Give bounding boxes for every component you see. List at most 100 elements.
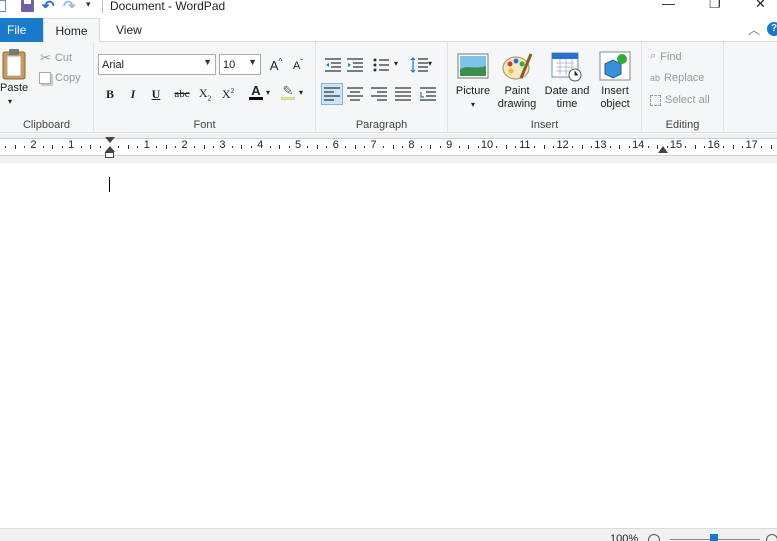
ruler-tick xyxy=(657,145,659,149)
font-family-select[interactable]: Arial ▼ xyxy=(98,54,216,75)
ruler-tick xyxy=(732,145,734,149)
align-left-button[interactable] xyxy=(321,83,343,105)
first-line-indent-marker[interactable] xyxy=(105,137,115,143)
ruler-tick xyxy=(165,145,167,149)
bold-button[interactable]: B xyxy=(100,84,120,104)
zoom-in-button[interactable] xyxy=(766,534,777,541)
line-spacing-button[interactable] xyxy=(408,54,430,76)
select-all-button[interactable]: Select all xyxy=(650,94,710,106)
paint-drawing-button[interactable]: Paint drawing xyxy=(495,50,539,111)
ruler-tick xyxy=(685,146,687,148)
window-title: Document - WordPad xyxy=(110,0,226,13)
insert-group: Picture ▾ Paint drawing Date and time In… xyxy=(448,42,642,133)
italic-button[interactable]: I xyxy=(123,84,143,104)
redo-icon[interactable]: ↷ xyxy=(63,0,76,15)
zoom-slider-thumb[interactable] xyxy=(710,534,718,541)
picture-dropdown-icon: ▾ xyxy=(470,100,475,109)
ruler-tick xyxy=(430,145,432,149)
subscript-button[interactable]: X2 xyxy=(195,84,215,104)
text-color-dropdown-icon[interactable]: ▾ xyxy=(266,88,270,97)
align-right-button[interactable] xyxy=(368,83,390,105)
tab-file[interactable]: File xyxy=(0,18,43,42)
ruler: 2 1 1 2 3 4 5 6 7 8 9 10 11 12 13 14 15 16 17 xyxy=(0,134,777,163)
ruler-tick xyxy=(118,146,120,148)
customize-qat-icon[interactable]: ▾ xyxy=(86,0,91,10)
restore-button[interactable]: ❐ xyxy=(709,0,721,12)
zoom-out-button[interactable] xyxy=(648,534,660,541)
align-center-icon xyxy=(347,87,363,101)
ruler-number: 13 xyxy=(594,139,607,151)
date-time-button[interactable]: Date and time xyxy=(542,50,592,111)
ribbon-tab-row: File Home View ︿ ? xyxy=(0,18,777,43)
ruler-number: 15 xyxy=(669,139,683,151)
collapse-ribbon-icon[interactable]: ︿ xyxy=(748,21,760,38)
ruler-tick xyxy=(194,146,196,148)
tab-view[interactable]: View xyxy=(116,18,142,42)
undo-icon[interactable]: ↶ xyxy=(42,0,55,15)
ruler-number: 5 xyxy=(294,139,302,151)
editing-group: ⌕ Find ab Replace Select all Editing xyxy=(642,42,724,133)
ruler-tick xyxy=(477,146,479,148)
minimize-button[interactable]: — xyxy=(662,0,675,11)
ruler-number: 3 xyxy=(219,139,226,151)
paste-button[interactable]: Paste ▾ xyxy=(0,48,28,108)
superscript-button[interactable]: X2 xyxy=(218,84,238,104)
increase-indent-button[interactable] xyxy=(344,54,366,76)
shrink-font-button[interactable]: Aˇ xyxy=(288,56,308,76)
font-size-select[interactable]: 10 ▼ xyxy=(219,54,261,75)
find-label: Find xyxy=(660,50,682,63)
grow-font-button[interactable]: A ^ xyxy=(266,55,286,75)
paint-drawing-label: Paint drawing xyxy=(497,85,537,110)
binoculars-icon: ⌕ xyxy=(650,50,657,62)
ruler-tick xyxy=(279,145,281,149)
paste-dropdown-icon: ▾ xyxy=(8,97,13,106)
paragraph-settings-button[interactable] xyxy=(417,83,439,105)
palette-icon xyxy=(502,53,533,80)
strikethrough-button[interactable]: abc xyxy=(170,84,194,104)
app-icon[interactable] xyxy=(0,0,6,12)
justify-button[interactable] xyxy=(392,83,414,105)
status-bar: 100% xyxy=(0,528,777,541)
insert-object-button[interactable]: Insert object xyxy=(594,50,636,111)
save-icon[interactable] xyxy=(21,0,34,12)
bullets-button[interactable] xyxy=(370,54,392,76)
picture-button[interactable]: Picture ▾ xyxy=(453,50,493,111)
tab-home[interactable]: Home xyxy=(43,18,100,43)
copy-icon xyxy=(39,72,51,84)
cut-button[interactable]: ✂ Cut xyxy=(40,50,72,66)
align-right-icon xyxy=(371,87,387,101)
picture-label: Picture xyxy=(455,85,491,97)
ruler-number: 9 xyxy=(446,139,453,151)
ruler-tick xyxy=(534,146,536,148)
calendar-clock-icon xyxy=(551,52,582,82)
ruler-tick xyxy=(515,146,517,148)
copy-button[interactable]: Copy xyxy=(39,72,81,84)
text-color-button[interactable]: A xyxy=(246,82,266,102)
decrease-indent-button[interactable] xyxy=(322,54,344,76)
highlight-dropdown-icon[interactable]: ▾ xyxy=(299,88,303,97)
replace-button[interactable]: ab Replace xyxy=(650,72,704,84)
underline-icon: U xyxy=(151,86,161,101)
insert-group-label: Insert xyxy=(530,119,559,131)
shrink-font-icon: A xyxy=(292,60,301,72)
ruler-tick xyxy=(316,145,318,149)
font-size-value: 10 xyxy=(223,58,236,71)
line-spacing-dropdown-icon[interactable]: ▾ xyxy=(428,59,432,68)
ruler-number: 10 xyxy=(480,139,494,151)
ruler-number: 1 xyxy=(143,139,150,151)
left-indent-marker[interactable] xyxy=(105,152,114,158)
ruler-tick xyxy=(468,145,470,149)
close-button[interactable]: ✕ xyxy=(755,0,766,12)
ruler-tick xyxy=(269,146,271,148)
highlight-button[interactable]: ✎ xyxy=(278,82,298,102)
underline-button[interactable]: U xyxy=(146,84,166,104)
paragraph-group: ▾ ▾ Paragraph xyxy=(316,42,448,133)
paste-label: Paste xyxy=(0,82,29,94)
align-center-button[interactable] xyxy=(344,83,366,105)
document-area[interactable] xyxy=(0,163,777,528)
find-button[interactable]: ⌕ Find xyxy=(650,50,682,63)
copy-label: Copy xyxy=(55,72,81,84)
help-icon[interactable]: ? xyxy=(767,22,777,36)
bullets-dropdown-icon[interactable]: ▾ xyxy=(394,59,398,68)
replace-label: Replace xyxy=(664,72,705,84)
